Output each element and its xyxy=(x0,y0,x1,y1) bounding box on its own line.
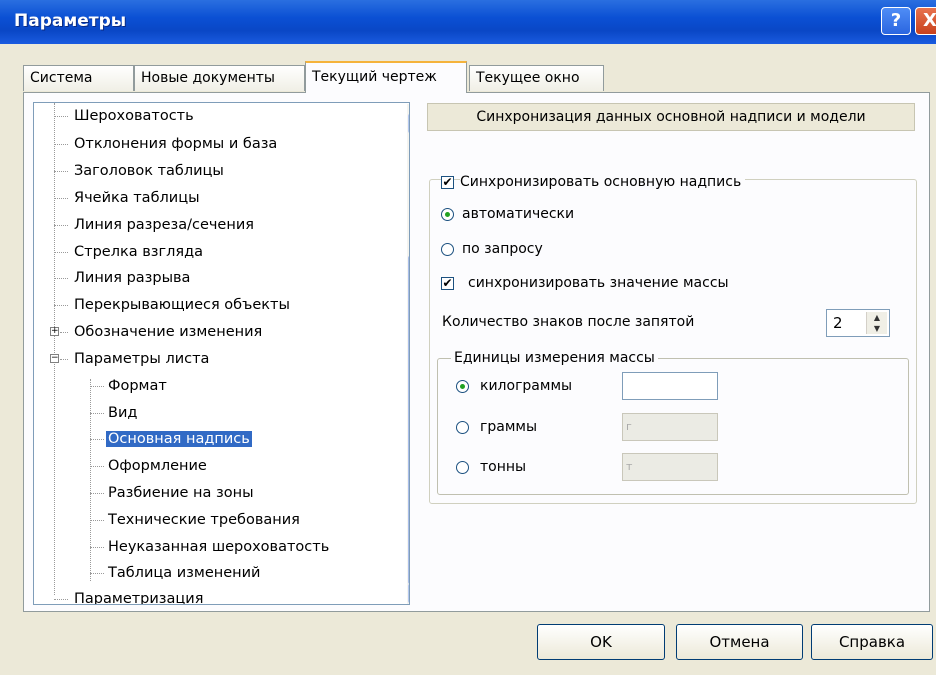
settings-tree[interactable]: Шероховатость Отклонения формы и база За… xyxy=(33,102,410,605)
tonnes-label: тонны xyxy=(480,458,527,476)
title-bar[interactable]: Параметры ? X xyxy=(0,0,936,44)
mode-on-request-radio[interactable] xyxy=(441,243,454,256)
tree-item[interactable]: Заголовок таблицы xyxy=(74,160,224,182)
sync-title-block-checkbox[interactable]: ✔ xyxy=(441,176,454,189)
kilograms-radio[interactable] xyxy=(456,380,469,393)
parameters-dialog: Параметры ? X Система Новые документы Те… xyxy=(0,0,936,675)
section-title: Синхронизация данных основной надписи и … xyxy=(427,103,915,131)
tree-item-selected[interactable]: Основная надпись xyxy=(106,428,252,450)
tree-item[interactable]: Отклонения формы и база xyxy=(74,133,277,155)
tab-new-documents[interactable]: Новые документы xyxy=(134,65,305,91)
help-button[interactable]: Справка xyxy=(811,624,933,660)
tree-item[interactable]: Разбиение на зоны xyxy=(108,482,254,504)
decimals-value: 2 xyxy=(833,314,843,332)
tree-item[interactable]: Линия разрыва xyxy=(74,267,190,289)
mode-on-request-label: по запросу xyxy=(462,240,543,258)
grams-radio[interactable] xyxy=(456,421,469,434)
close-icon[interactable]: X xyxy=(915,7,936,35)
tonnes-field[interactable]: т xyxy=(622,453,718,481)
tree-item[interactable]: Таблица изменений xyxy=(108,562,260,584)
grams-field[interactable]: г xyxy=(622,413,718,441)
tab-current-window[interactable]: Текущее окно xyxy=(469,65,604,91)
tab-current-drawing[interactable]: Текущий чертеж xyxy=(305,61,467,93)
tree-item[interactable]: Обозначение изменения xyxy=(74,321,262,343)
collapse-icon[interactable]: − xyxy=(50,354,59,363)
mode-auto-label: автоматически xyxy=(462,205,575,223)
sync-mass-label: синхронизировать значение массы xyxy=(468,274,729,292)
tree-item[interactable]: Формат xyxy=(108,375,167,397)
ok-button[interactable]: OK xyxy=(537,624,665,660)
tree-item[interactable]: Оформление xyxy=(108,455,207,477)
tree-scrollbar[interactable]: ▲ ▼ xyxy=(407,104,409,604)
tree-item[interactable]: Стрелка взгляда xyxy=(74,241,203,263)
cancel-button[interactable]: Отмена xyxy=(676,624,803,660)
expand-icon[interactable]: + xyxy=(50,327,59,336)
tree-item[interactable]: Линия разреза/сечения xyxy=(74,214,254,236)
decimals-label: Количество знаков после запятой xyxy=(442,313,695,331)
tree-item[interactable]: Шероховатость xyxy=(74,105,194,127)
scroll-up-icon[interactable]: ▲ xyxy=(408,114,409,133)
tree-item[interactable]: Параметры листа xyxy=(74,348,209,370)
spin-arrows-icon[interactable]: ▲ ▼ xyxy=(866,312,887,334)
tree-item[interactable]: Перекрывающиеся объекты xyxy=(74,294,290,316)
mode-auto-radio[interactable] xyxy=(441,208,454,221)
tab-system[interactable]: Система xyxy=(23,65,134,91)
decimals-spinner[interactable]: 2 ▲ ▼ xyxy=(826,309,890,337)
window-title: Параметры xyxy=(14,11,127,31)
kilograms-label: килограммы xyxy=(480,377,573,395)
tree-item[interactable]: Технические требования xyxy=(108,509,300,531)
kilograms-field[interactable] xyxy=(622,372,718,400)
sync-mass-checkbox[interactable]: ✔ xyxy=(441,277,454,290)
scroll-down-icon[interactable]: ▼ xyxy=(408,584,409,603)
mass-units-title: Единицы измерения массы xyxy=(451,349,658,367)
sync-title-block-label: Синхронизировать основную надпись xyxy=(460,173,746,191)
scroll-thumb[interactable] xyxy=(408,256,409,584)
tree-item[interactable]: Вид xyxy=(108,402,137,424)
help-icon[interactable]: ? xyxy=(881,7,911,35)
grams-label: граммы xyxy=(480,418,537,436)
tree-item[interactable]: Параметризация xyxy=(74,588,203,604)
tonnes-radio[interactable] xyxy=(456,461,469,474)
tree-item[interactable]: Ячейка таблицы xyxy=(74,187,200,209)
tree-item[interactable]: Неуказанная шероховатость xyxy=(108,536,329,558)
